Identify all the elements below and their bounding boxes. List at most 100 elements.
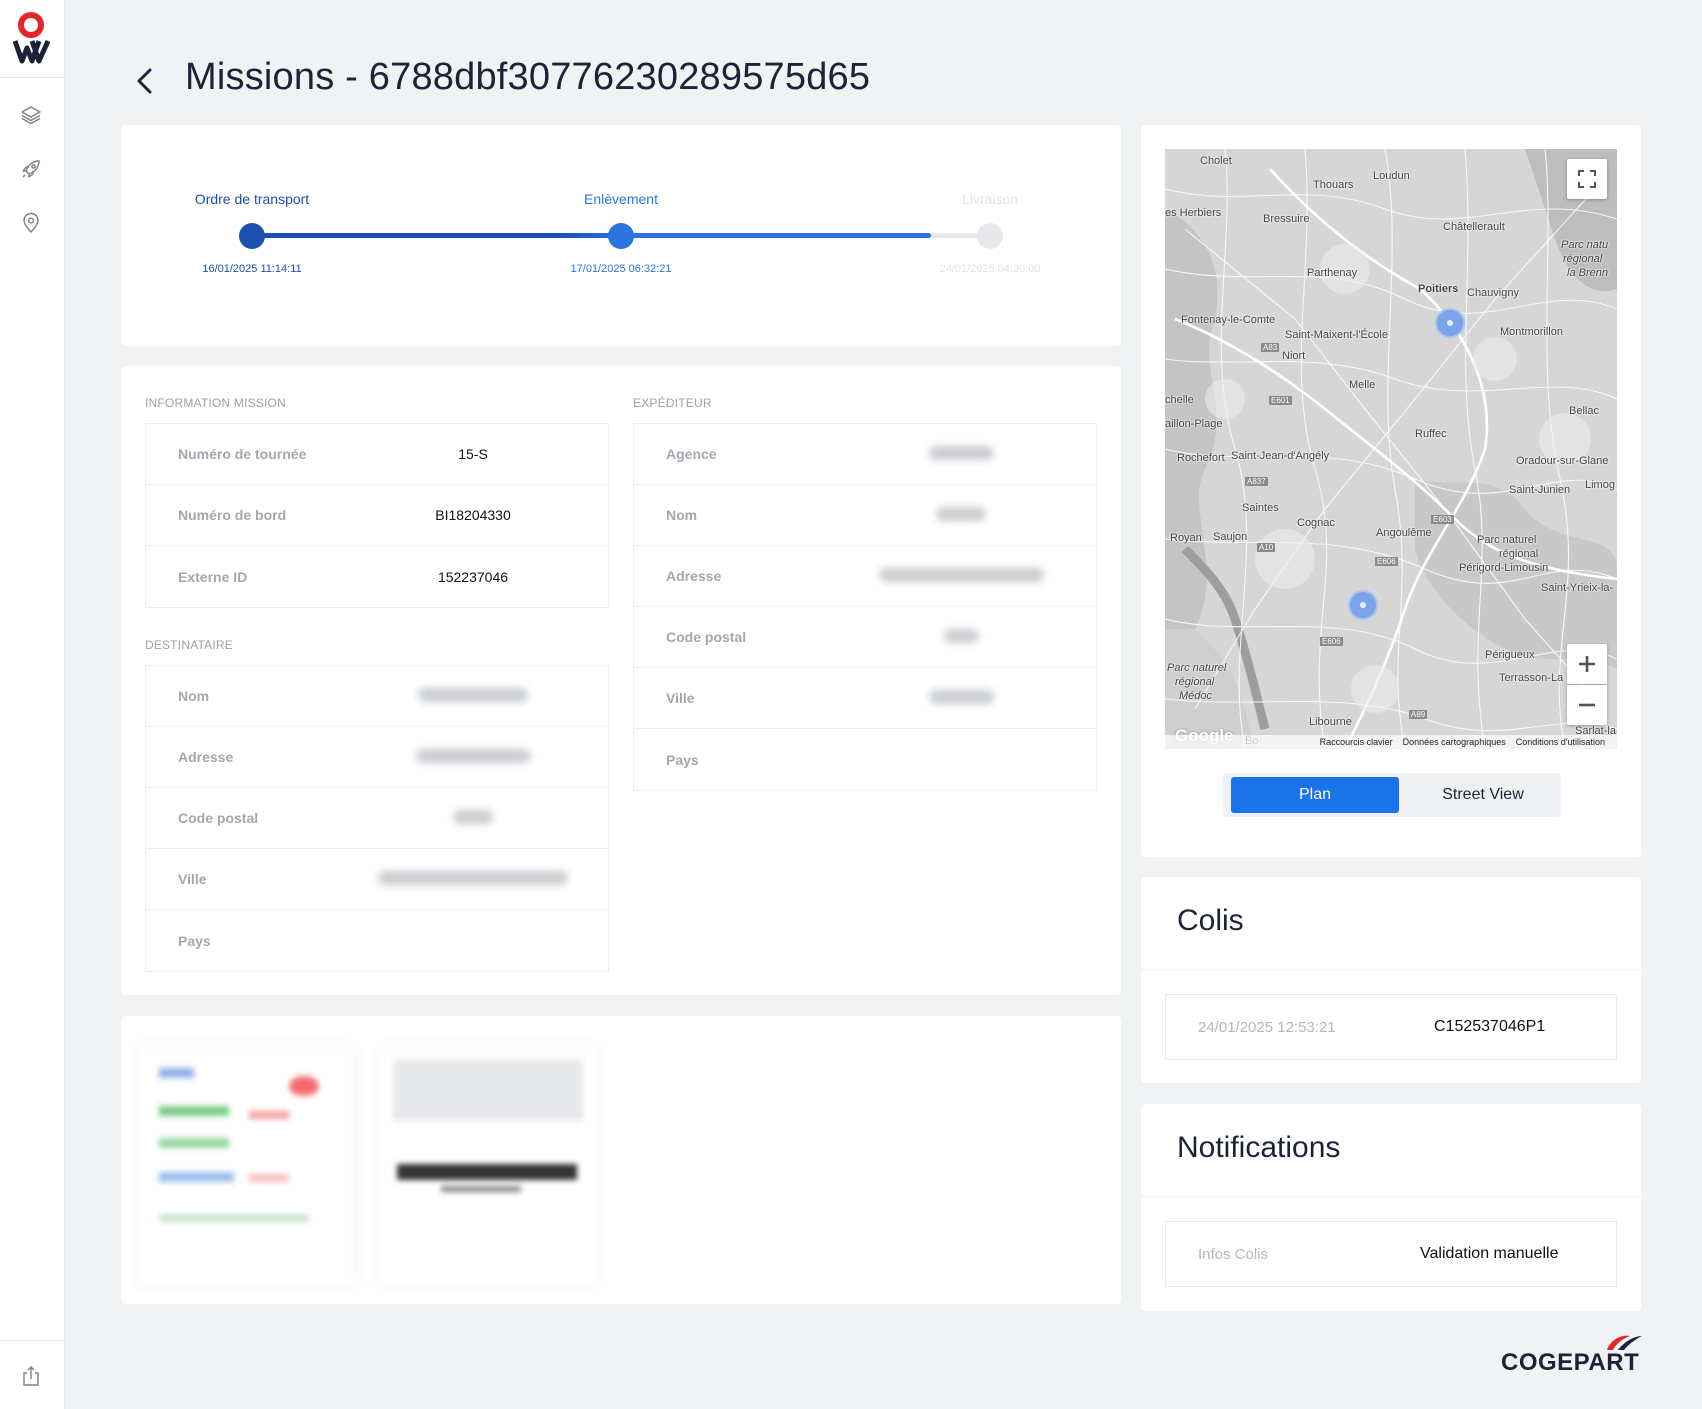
row-label: Nom: [666, 507, 698, 523]
colis-row[interactable]: 24/01/2025 12:53:21 C152537046P1: [1165, 994, 1617, 1060]
terms-link[interactable]: Conditions d'utilisation: [1516, 737, 1605, 747]
row-label: Pays: [178, 932, 211, 949]
table-row: Ville: [146, 849, 608, 910]
step-dot-ordre[interactable]: [239, 223, 265, 249]
map-place-label: régional: [1499, 548, 1539, 560]
map-place-label: Périgueux: [1485, 649, 1535, 661]
road-shield: E606: [1375, 557, 1398, 566]
map-place-label: Châtellerault: [1443, 221, 1505, 233]
row-value: BI18204330: [435, 507, 511, 523]
layers-icon[interactable]: [19, 103, 43, 127]
sidebar: [0, 0, 65, 1409]
step-dot-enlevement[interactable]: [608, 223, 634, 249]
map-place-label: Saint-Yrieix-la-: [1541, 582, 1614, 594]
redacted-value: [936, 506, 986, 521]
road-shield: A89: [1409, 710, 1428, 719]
sidebar-divider: [0, 1340, 65, 1341]
notification-type: Infos Colis: [1198, 1245, 1269, 1263]
map-attribution: Raccourcis clavier Données cartographiqu…: [1165, 735, 1617, 749]
export-icon[interactable]: [19, 1364, 43, 1388]
map-marker-pickup[interactable]: [1435, 308, 1465, 338]
table-row: Numéro de tournée 15-S: [146, 424, 608, 485]
table-row: Code postal: [146, 788, 608, 849]
table-row: Code postal: [634, 607, 1096, 668]
map-place-label: Thouars: [1313, 179, 1354, 191]
map-place-label: Ruffec: [1415, 428, 1447, 440]
table-row: Pays: [146, 910, 608, 971]
map-place-label: Libourne: [1309, 716, 1352, 728]
row-label: Agence: [666, 446, 717, 462]
map-place-label: Parc natu: [1561, 239, 1609, 251]
map-place-label: Chauvigny: [1467, 287, 1519, 299]
fullscreen-icon: [1578, 170, 1596, 188]
row-value: 152237046: [437, 568, 509, 585]
road-shield: A837: [1245, 477, 1268, 486]
cogepart-logo: COGEPART: [1500, 1330, 1645, 1380]
map-tiles: [1165, 149, 1617, 749]
road-shield: A83: [1261, 343, 1280, 352]
expediteur-table: Agence Nom Adresse Code postal Ville Pay…: [633, 423, 1097, 791]
map-place-label: Parc naturel: [1167, 662, 1227, 674]
step-label-livraison: Livraison: [961, 191, 1019, 207]
fullscreen-button[interactable]: [1567, 159, 1607, 199]
table-row: Nom: [634, 485, 1096, 546]
zoom-in-button[interactable]: [1567, 644, 1607, 684]
map-place-label: la Brenn: [1567, 267, 1608, 279]
row-label: Pays: [666, 751, 699, 768]
map-place-label: Terrasson-La: [1499, 672, 1564, 684]
table-row: Adresse: [634, 546, 1096, 607]
plus-icon: [1579, 656, 1595, 672]
map-place-label: régional: [1563, 253, 1603, 265]
notification-value: Validation manuelle: [1420, 1245, 1559, 1262]
page-title: Missions - 6788dbf30776230289575d65: [185, 56, 871, 98]
step-date-livraison: 24/01/2025 04:30:00: [939, 263, 1041, 275]
rocket-icon[interactable]: [19, 157, 43, 181]
back-arrow-icon[interactable]: [130, 62, 160, 100]
location-pin-icon[interactable]: [19, 211, 43, 235]
map-place-label: Loudun: [1373, 170, 1410, 182]
table-row: Ville: [634, 668, 1096, 729]
map-place-label: Saint-Maixent-l'École: [1285, 329, 1388, 341]
redacted-value: [418, 687, 528, 702]
step-label-enlevement: Enlèvement: [584, 191, 658, 207]
documents-card: [121, 1016, 1121, 1304]
status-stepper-card: Ordre de transport 16/01/2025 11:14:11 E…: [121, 125, 1121, 346]
row-label: Nom: [178, 688, 210, 704]
notification-row[interactable]: Infos Colis Validation manuelle: [1165, 1221, 1617, 1287]
document-thumbnail[interactable]: [139, 1046, 354, 1286]
road-shield: E603: [1431, 515, 1454, 524]
destinataire-section-label: DESTINATAIRE: [145, 638, 233, 652]
street-view-button[interactable]: Street View: [1399, 777, 1567, 813]
row-label: Ville: [178, 871, 207, 887]
row-label: Adresse: [666, 568, 722, 584]
map-place-label: aillon-Plage: [1165, 418, 1223, 430]
map-place-label: Saintes: [1242, 502, 1279, 514]
map-place-label: Melle: [1349, 379, 1376, 391]
step-dot-livraison[interactable]: [977, 223, 1003, 249]
document-thumbnail[interactable]: [381, 1046, 596, 1286]
row-label: Numéro de bord: [178, 507, 287, 523]
map-view[interactable]: Cholet Loudun Thouars es Herbiers Bressu…: [1165, 149, 1617, 749]
table-row: Pays: [634, 729, 1096, 790]
row-label: Code postal: [178, 810, 259, 826]
zoom-out-button[interactable]: [1567, 685, 1607, 725]
table-row: Nom: [146, 666, 608, 727]
app-logo[interactable]: [12, 12, 52, 64]
map-place-label: Montmorillon: [1500, 326, 1563, 338]
keyboard-shortcuts-link[interactable]: Raccourcis clavier: [1320, 737, 1393, 747]
map-place-label: Médoc: [1179, 690, 1213, 702]
map-place-label: Cholet: [1200, 155, 1232, 167]
logo-divider: [0, 77, 65, 78]
map-place-label: chelle: [1165, 394, 1194, 406]
map-marker-delivery[interactable]: [1348, 590, 1378, 620]
map-place-label: Bressuire: [1263, 213, 1310, 225]
map-place-label: Royan: [1170, 532, 1202, 544]
map-place-label: Poitiers: [1418, 283, 1459, 295]
map-view-toggle: Plan Street View: [1223, 773, 1561, 817]
map-data-link[interactable]: Données cartographiques: [1403, 737, 1506, 747]
map-place-label: Angoulême: [1376, 527, 1432, 539]
notifications-card: Notifications Infos Colis Validation man…: [1141, 1104, 1641, 1311]
map-place-label: Périgord-Limousin: [1459, 562, 1549, 574]
plan-button[interactable]: Plan: [1231, 777, 1399, 813]
step-date-ordre: 16/01/2025 11:14:11: [202, 263, 302, 275]
